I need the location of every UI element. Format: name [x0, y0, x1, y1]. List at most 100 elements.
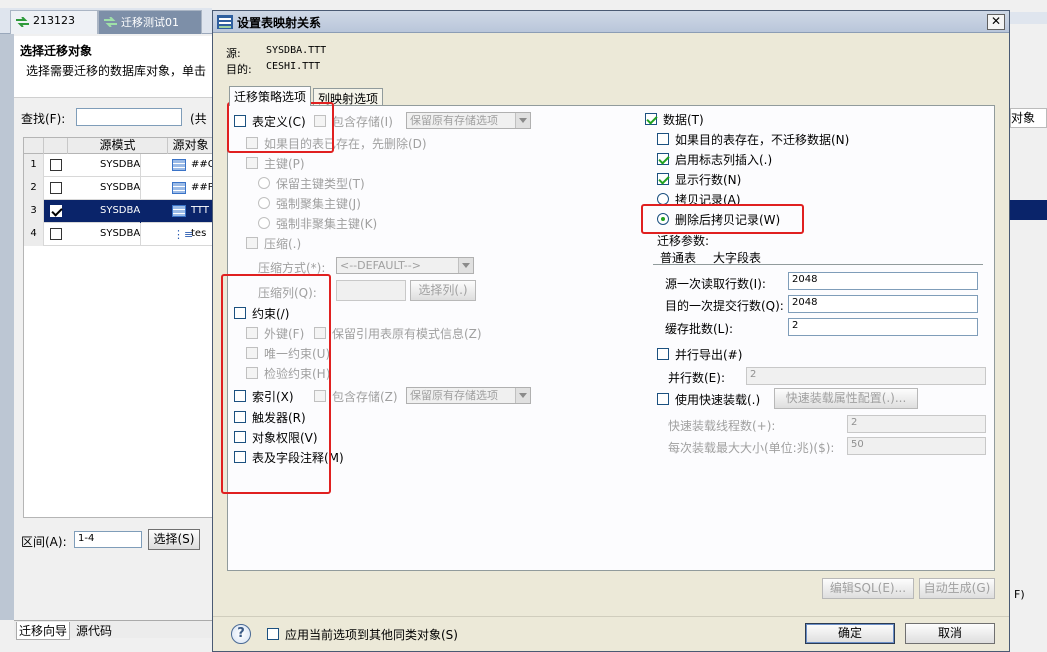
- table-row[interactable]: 4 SYSDBA ⋮≡ tes: [24, 223, 212, 246]
- table-def-checkbox[interactable]: 表定义(C): [234, 113, 306, 129]
- select-cols-button[interactable]: 选择列(.): [410, 280, 476, 301]
- grid-header-object[interactable]: 源对象: [168, 138, 212, 154]
- delete-then-copy-radio[interactable]: 删除后拷贝记录(W): [657, 211, 780, 227]
- range-input[interactable]: 1-4: [74, 531, 142, 548]
- row-number: 4: [24, 223, 44, 246]
- table-row[interactable]: 2 SYSDBA ##P: [24, 177, 212, 200]
- skip-if-exists-checkbox[interactable]: 如果目的表存在，不迁移数据(N): [657, 131, 849, 147]
- fast-load-config-button[interactable]: 快速装载属性配置(.)...: [774, 388, 918, 409]
- subtab-underline: [653, 264, 983, 265]
- bottom-tabs: 迁移向导 源代码: [14, 620, 212, 640]
- compress-cols-label: 压缩列(Q):: [258, 286, 317, 300]
- check-constraint-checkbox[interactable]: 检验约束(H): [246, 365, 330, 381]
- wizard-header: 选择迁移对象 选择需要迁移的数据库对象，单击: [14, 36, 212, 98]
- compress-cols-input[interactable]: [336, 280, 406, 301]
- ok-button[interactable]: 确定: [805, 623, 895, 644]
- keep-ref-schema-checkbox[interactable]: 保留引用表原有模式信息(Z): [314, 325, 482, 341]
- drop-if-exists-checkbox[interactable]: 如果目的表已存在，先删除(D): [246, 135, 427, 151]
- unique-checkbox[interactable]: 唯一约束(U): [246, 345, 330, 361]
- close-icon[interactable]: ✕: [987, 14, 1005, 30]
- table-icon: [172, 159, 186, 171]
- table-row[interactable]: 3 SYSDBA TTT: [24, 200, 212, 223]
- wizard-description: 选择需要迁移的数据库对象，单击: [26, 64, 207, 78]
- table-row[interactable]: 1 SYSDBA ##O: [24, 154, 212, 177]
- row-schema: SYSDBA: [100, 154, 142, 177]
- tab-migrate-test01[interactable]: 迁移测试01: [98, 10, 202, 34]
- compress-checkbox[interactable]: 压缩(.): [246, 235, 301, 251]
- row-checkbox[interactable]: [50, 182, 62, 194]
- trigger-checkbox[interactable]: 触发器(R): [234, 409, 306, 425]
- apply-all-checkbox[interactable]: 应用当前选项到其他同类对象(S): [267, 626, 458, 642]
- cache-batch-label: 缓存批数(L):: [665, 322, 734, 336]
- comments-checkbox[interactable]: 表及字段注释(M): [234, 449, 344, 465]
- identity-insert-checkbox[interactable]: 启用标志列插入(.): [657, 151, 772, 167]
- grid-header-num: [24, 138, 44, 154]
- tab-column-mapping[interactable]: 列映射选项: [313, 88, 384, 106]
- cache-batch-input[interactable]: 2: [788, 318, 978, 336]
- dialog-title: 设置表映射关系: [237, 16, 322, 30]
- tab-migration-strategy[interactable]: 迁移策略选项: [229, 86, 312, 106]
- row-checkbox[interactable]: [50, 159, 62, 171]
- primary-key-checkbox[interactable]: 主键(P): [246, 155, 305, 171]
- dialog-icon: [217, 15, 233, 29]
- auto-gen-button[interactable]: 自动生成(G): [919, 578, 995, 599]
- right-panel: 对象 F): [1010, 8, 1047, 652]
- index-checkbox[interactable]: 索引(X): [234, 388, 294, 404]
- source-label: 源:: [226, 47, 241, 60]
- range-label: 区间(A):: [21, 535, 67, 549]
- right-object-header: 对象: [1010, 108, 1047, 128]
- chevron-down-icon: [458, 258, 473, 273]
- cancel-button[interactable]: 取消: [905, 623, 995, 644]
- target-line: 目的: CESHI.TTT: [226, 61, 320, 77]
- migrate-icon: [16, 17, 29, 27]
- row-object: tes: [191, 228, 207, 239]
- data-checkbox[interactable]: 数据(T): [645, 111, 704, 127]
- force-clustered-radio[interactable]: 强制聚集主键(J): [258, 195, 361, 211]
- tab-source-code[interactable]: 源代码: [74, 622, 114, 639]
- chevron-down-icon: [515, 113, 530, 128]
- row-checkbox[interactable]: [50, 205, 62, 217]
- show-rows-checkbox[interactable]: 显示行数(N): [657, 171, 741, 187]
- search-input[interactable]: [76, 108, 182, 126]
- copy-records-radio[interactable]: 拷贝记录(A): [657, 191, 741, 207]
- force-nonclustered-radio[interactable]: 强制非聚集主键(K): [258, 215, 377, 231]
- parallel-export-checkbox[interactable]: 并行导出(#): [657, 346, 742, 362]
- fast-threads-input[interactable]: 2: [847, 415, 986, 433]
- editor-tabbar: 213123 迁移测试01: [0, 8, 212, 34]
- bottom-separator: [213, 616, 1009, 617]
- row-schema: SYSDBA: [100, 223, 142, 246]
- dialog-titlebar[interactable]: 设置表映射关系 ✕: [213, 11, 1009, 33]
- obj-privilege-checkbox[interactable]: 对象权限(V): [234, 429, 318, 445]
- table-mapping-dialog: 设置表映射关系 ✕ 源: SYSDBA.TTT 目的: CESHI.TTT 迁移…: [212, 10, 1010, 652]
- left-strip: [0, 34, 14, 620]
- row-number: 3: [24, 200, 44, 223]
- constraint-checkbox[interactable]: 约束(/): [234, 305, 289, 321]
- row-checkbox[interactable]: [50, 228, 62, 240]
- keep-pk-type-radio[interactable]: 保留主键类型(T): [258, 175, 365, 191]
- foreign-key-checkbox[interactable]: 外键(F): [246, 325, 304, 341]
- help-icon[interactable]: ?: [231, 624, 251, 644]
- tab-migration-wizard[interactable]: 迁移向导: [16, 622, 71, 640]
- fast-load-checkbox[interactable]: 使用快速装载(.): [657, 391, 760, 407]
- dst-commit-input[interactable]: 2048: [788, 295, 978, 313]
- fast-threads-label: 快速装载线程数(+):: [668, 419, 776, 433]
- right-f-label: F): [1014, 588, 1025, 601]
- tab-213123[interactable]: 213123: [10, 10, 98, 34]
- parallel-count-input[interactable]: 2: [746, 367, 986, 385]
- edit-sql-button[interactable]: 编辑SQL(E)...: [822, 578, 914, 599]
- table-icon: [172, 182, 186, 194]
- row-number: 1: [24, 154, 44, 177]
- index-include-storage-checkbox[interactable]: 包含存储(Z): [314, 388, 398, 404]
- src-read-input[interactable]: 2048: [788, 272, 978, 290]
- source-line: 源: SYSDBA.TTT: [226, 45, 326, 61]
- keep-storage-combo[interactable]: 保留原有存储选项: [406, 112, 531, 129]
- select-button[interactable]: 选择(S): [148, 529, 200, 550]
- grid-header-schema[interactable]: 源模式: [68, 138, 168, 154]
- include-storage-checkbox[interactable]: 包含存储(I): [314, 113, 393, 129]
- fast-max-input[interactable]: 50: [847, 437, 986, 455]
- row-schema: SYSDBA: [100, 177, 142, 200]
- row-schema: SYSDBA: [100, 200, 142, 223]
- index-keep-storage-combo[interactable]: 保留原有存储选项: [406, 387, 531, 404]
- chevron-down-icon: [515, 388, 530, 403]
- compress-mode-combo[interactable]: <--DEFAULT-->: [336, 257, 474, 274]
